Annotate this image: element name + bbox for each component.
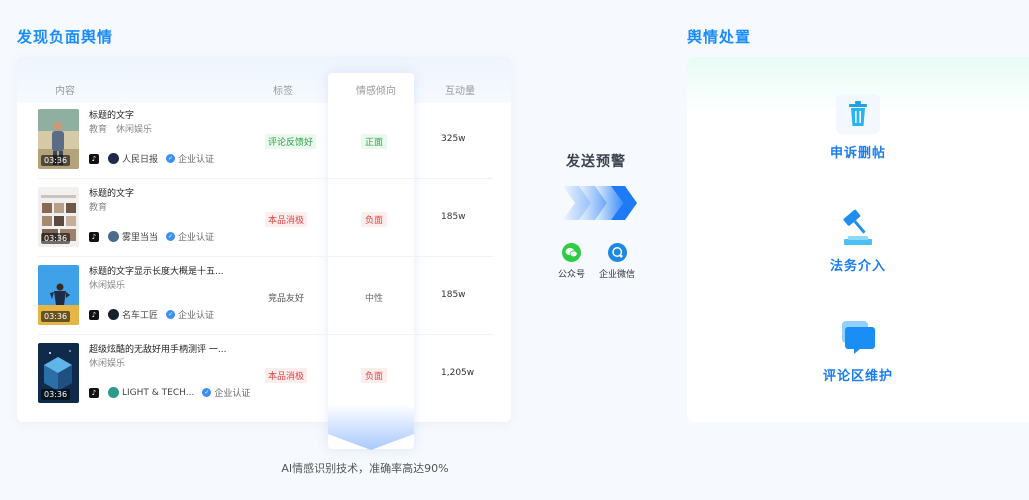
channel-label: 公众号: [558, 270, 586, 280]
section-title-discover: 发现负面舆情: [17, 28, 114, 46]
author-name[interactable]: 名车工匠: [122, 308, 158, 321]
interaction-count: 185w: [441, 212, 466, 222]
category-list: 教育: [89, 200, 116, 213]
video-thumbnail[interactable]: 03:36: [38, 109, 79, 169]
action-label: 法务介入: [829, 259, 886, 274]
avatar: [108, 309, 119, 320]
check-icon: ✓: [166, 310, 176, 319]
header-interactions: 互动量: [445, 86, 475, 97]
douyin-icon: ♪: [89, 231, 99, 242]
wecom-icon: [607, 243, 627, 262]
section-title-dispose: 舆情处置: [687, 28, 752, 46]
sentiment-badge: 正面: [361, 134, 388, 149]
category-list: 休闲娱乐: [89, 356, 134, 369]
send-alert-title: 发送预警: [566, 154, 626, 170]
avatar: [108, 231, 119, 242]
video-title[interactable]: 标题的文字显示长度大概是十五...: [89, 264, 224, 277]
author-meta: ♪ LIGHT & TECH... ✓ 企业认证: [89, 386, 250, 399]
channel-wecom[interactable]: 企业微信: [599, 243, 635, 280]
sentiment-badge: 负面: [361, 212, 388, 227]
verify-badge: ✓ 企业认证: [166, 152, 214, 165]
interaction-count: 1,205w: [441, 368, 475, 378]
check-icon: ✓: [166, 232, 176, 241]
video-title[interactable]: 标题的文字: [89, 108, 134, 121]
gavel-icon: [830, 203, 886, 251]
action-label: 申诉删帖: [829, 146, 886, 161]
dispose-panel: 申诉删帖 法务介入 评论区维护: [687, 57, 1029, 422]
verify-label: 企业认证: [214, 389, 251, 399]
verify-badge: ✓ 企业认证: [166, 308, 214, 321]
forward-chevrons-icon: [563, 186, 637, 220]
avatar: [108, 153, 119, 164]
video-title[interactable]: 标题的文字: [89, 186, 134, 199]
wechat-icon: [562, 243, 581, 262]
action-label: 评论区维护: [822, 369, 893, 384]
category-label: 休闲娱乐: [116, 125, 153, 135]
sentiment-badge: 负面: [361, 368, 388, 383]
douyin-icon: ♪: [89, 309, 99, 320]
author-meta: ♪ 雾里当当 ✓ 企业认证: [89, 230, 214, 243]
content-tag: 评论反馈好: [265, 134, 317, 149]
verify-label: 企业认证: [178, 311, 215, 321]
video-thumbnail[interactable]: 03:36: [38, 265, 79, 325]
avatar: [108, 387, 119, 398]
category-list: 休闲娱乐: [89, 278, 134, 291]
video-title[interactable]: 超级炫酷的无敌好用手柄测评 一...: [89, 342, 226, 355]
header-tag: 标签: [273, 86, 293, 97]
douyin-icon: ♪: [89, 153, 99, 164]
header-sentiment: 情感倾向: [356, 86, 396, 97]
action-appeal-delete[interactable]: 申诉删帖: [687, 90, 1029, 161]
header-content: 内容: [55, 86, 75, 97]
table-header: 内容 标签 互动量: [17, 57, 511, 103]
author-meta: ♪ 人民日报 ✓ 企业认证: [89, 152, 214, 165]
verify-label: 企业认证: [178, 233, 215, 243]
content-tag: 本品消极: [265, 212, 308, 227]
video-thumbnail[interactable]: 03:36: [38, 187, 79, 247]
content-tag: 本品消极: [265, 368, 308, 383]
author-name[interactable]: LIGHT & TECH...: [122, 388, 194, 398]
video-duration: 03:36: [41, 389, 71, 400]
video-thumbnail[interactable]: 03:36: [38, 343, 79, 403]
author-name[interactable]: 人民日报: [122, 152, 158, 165]
action-legal[interactable]: 法务介入: [687, 203, 1029, 274]
interaction-count: 185w: [441, 290, 466, 300]
douyin-icon: ♪: [89, 387, 99, 398]
comment-icon: [830, 313, 886, 361]
author-name[interactable]: 雾里当当: [122, 230, 158, 243]
channel-wechat[interactable]: 公众号: [558, 243, 585, 280]
channel-label: 企业微信: [599, 270, 636, 280]
check-icon: ✓: [202, 388, 212, 397]
category-label: 教育: [89, 125, 108, 135]
sentiment-badge: 中性: [365, 294, 384, 304]
interaction-count: 325w: [441, 134, 466, 144]
content-tag: 竞品友好: [268, 294, 305, 304]
check-icon: ✓: [166, 154, 176, 163]
verify-label: 企业认证: [178, 155, 215, 165]
category-list: 教育 休闲娱乐: [89, 122, 161, 135]
category-label: 教育: [89, 203, 108, 213]
trash-icon: [830, 90, 886, 138]
video-duration: 03:36: [41, 233, 71, 244]
category-label: 休闲娱乐: [89, 359, 126, 369]
video-duration: 03:36: [41, 155, 71, 166]
category-label: 休闲娱乐: [89, 281, 126, 291]
verify-badge: ✓ 企业认证: [166, 230, 214, 243]
author-meta: ♪ 名车工匠 ✓ 企业认证: [89, 308, 214, 321]
video-duration: 03:36: [41, 311, 71, 322]
ai-accuracy-note: AI情感识别技术，准确率高达90%: [281, 462, 449, 475]
action-comment-maintain[interactable]: 评论区维护: [687, 313, 1029, 384]
verify-badge: ✓ 企业认证: [202, 386, 250, 399]
